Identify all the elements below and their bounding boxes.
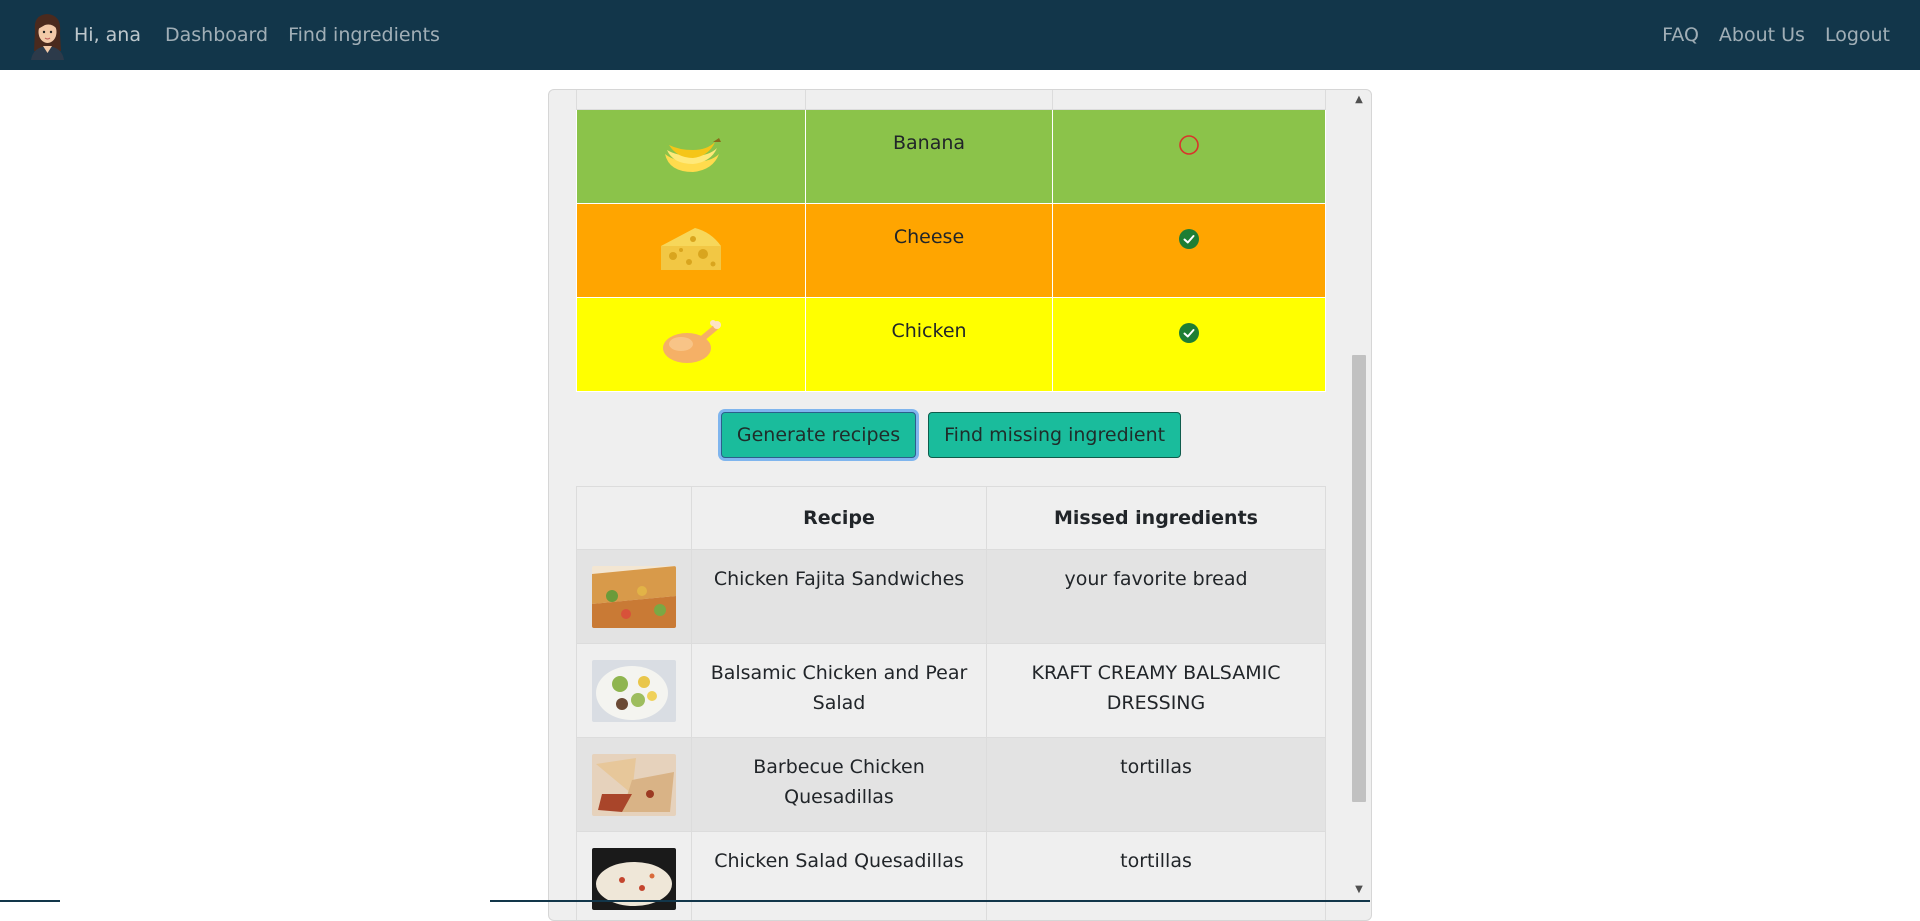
column-header-recipe: Recipe — [692, 487, 987, 550]
top-navbar: Hi, ana Dashboard Find ingredients FAQ A… — [0, 0, 1920, 70]
ingredient-name: Banana — [806, 132, 1052, 154]
card-scroll-content: Banana — [576, 89, 1326, 921]
recipe-thumbnail[interactable] — [592, 660, 676, 722]
ingredient-name: Cheese — [806, 226, 1052, 248]
ingredient-row: Cheese — [577, 204, 1326, 298]
scroll-up-arrow-icon[interactable]: ▲ — [1349, 90, 1369, 110]
table-row[interactable]: Chicken Salad Quesadillas tortillas — [577, 832, 1326, 921]
ingredient-row: Chicken — [577, 298, 1326, 392]
missed-ingredients: KRAFT CREAMY BALSAMIC DRESSING — [997, 658, 1315, 718]
recipes-table-header: Recipe Missed ingredients — [577, 487, 1326, 550]
recipe-thumbnail[interactable] — [592, 754, 676, 816]
generate-recipes-button[interactable]: Generate recipes — [721, 412, 916, 458]
recipe-name[interactable]: Chicken Salad Quesadillas — [702, 846, 976, 876]
missed-ingredients: tortillas — [997, 846, 1315, 876]
check-circle-icon[interactable] — [1178, 322, 1200, 344]
recipes-table: Recipe Missed ingredients Chicken Fajit — [576, 486, 1326, 921]
recipe-name[interactable]: Barbecue Chicken Quesadillas — [702, 752, 976, 812]
recipe-thumbnail[interactable] — [592, 566, 676, 628]
ingredients-card: Banana — [548, 89, 1372, 921]
find-missing-ingredient-button[interactable]: Find missing ingredient — [928, 412, 1181, 458]
ingredient-name: Chicken — [806, 320, 1052, 342]
greeting-text: Hi, ana — [74, 24, 141, 46]
user-avatar-icon[interactable] — [27, 11, 68, 60]
nav-dashboard-link[interactable]: Dashboard — [165, 24, 268, 46]
table-row[interactable]: Barbecue Chicken Quesadillas tortillas — [577, 738, 1326, 832]
ingredients-table: Banana — [576, 89, 1326, 392]
nav-find-ingredients-link[interactable]: Find ingredients — [288, 24, 440, 46]
missed-ingredients: tortillas — [997, 752, 1315, 782]
check-circle-icon[interactable] — [1178, 228, 1200, 250]
table-row[interactable]: Chicken Fajita Sandwiches your favorite … — [577, 550, 1326, 644]
banana-icon — [659, 130, 723, 178]
action-buttons: Generate recipes Find missing ingredient — [576, 412, 1326, 458]
scrollbar-thumb[interactable] — [1352, 355, 1366, 802]
table-row[interactable]: Balsamic Chicken and Pear Salad KRAFT CR… — [577, 644, 1326, 738]
column-header-image — [577, 487, 692, 550]
nav-faq-link[interactable]: FAQ — [1662, 24, 1699, 46]
missing-circle-icon[interactable] — [1178, 134, 1200, 156]
missed-ingredients: your favorite bread — [997, 564, 1315, 594]
scroll-down-arrow-icon[interactable]: ▼ — [1349, 880, 1369, 900]
chicken-icon — [659, 318, 723, 366]
ingredient-row: Banana — [577, 110, 1326, 204]
nav-logout-link[interactable]: Logout — [1825, 24, 1890, 46]
table-header-strip — [577, 89, 1326, 110]
recipe-name[interactable]: Balsamic Chicken and Pear Salad — [702, 658, 976, 718]
column-header-missed: Missed ingredients — [987, 487, 1326, 550]
nav-about-us-link[interactable]: About Us — [1719, 24, 1805, 46]
cheese-icon — [659, 224, 723, 272]
recipe-name[interactable]: Chicken Fajita Sandwiches — [702, 564, 976, 594]
card-scrollbar[interactable]: ▲ ▼ — [1349, 90, 1369, 900]
